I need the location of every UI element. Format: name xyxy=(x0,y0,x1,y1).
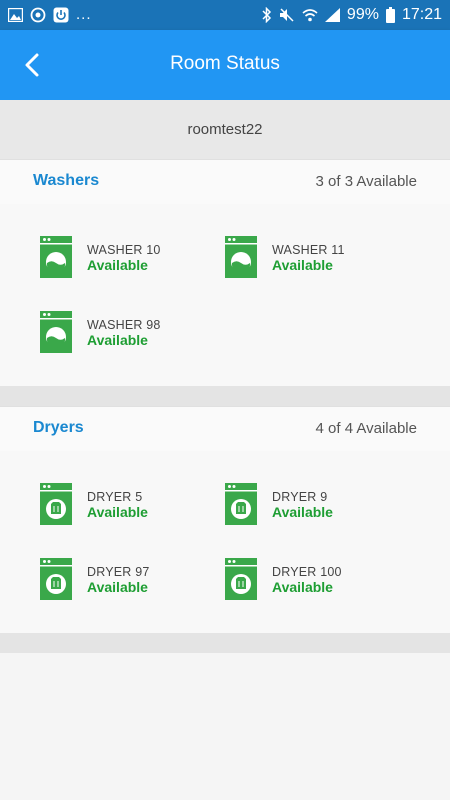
washers-list: WASHER 10 Available WASHER 11 Available … xyxy=(0,204,450,386)
sync-icon xyxy=(30,7,46,23)
mute-icon xyxy=(279,8,294,22)
machine-status: Available xyxy=(272,579,333,595)
machine-status: Available xyxy=(272,504,333,520)
washers-count: 3 of 3 Available xyxy=(315,173,417,190)
battery-percent: 99% xyxy=(346,6,379,23)
status-bar: ... 99% 17:21 xyxy=(0,0,450,30)
bluetooth-icon xyxy=(262,7,271,23)
clock: 17:21 xyxy=(401,6,442,23)
dryer-item[interactable]: DRYER 97 Available xyxy=(40,558,220,604)
machine-name: WASHER 11 xyxy=(272,243,345,257)
machine-status: Available xyxy=(272,257,333,273)
signal-icon xyxy=(324,8,340,22)
dryer-icon xyxy=(40,483,72,525)
dryer-icon xyxy=(225,558,257,600)
machine-status: Available xyxy=(87,579,148,595)
page-title: Room Status xyxy=(170,53,280,74)
machine-name: DRYER 100 xyxy=(272,565,342,579)
room-name: roomtest22 xyxy=(0,100,450,160)
dryer-icon xyxy=(40,558,72,600)
machine-name: DRYER 97 xyxy=(87,565,150,579)
status-bar-left: ... xyxy=(8,5,92,23)
washer-item[interactable]: WASHER 11 Available xyxy=(225,236,405,282)
app-bar: Room Status xyxy=(0,30,450,100)
washer-icon xyxy=(40,236,72,278)
dryers-title: Dryers xyxy=(33,419,84,436)
washer-icon xyxy=(40,311,72,353)
dryers-count: 4 of 4 Available xyxy=(315,420,417,437)
wifi-icon xyxy=(302,9,318,22)
machine-status: Available xyxy=(87,504,148,520)
machine-name: WASHER 98 xyxy=(87,318,161,332)
washer-item[interactable]: WASHER 98 Available xyxy=(40,311,220,357)
dryer-item[interactable]: DRYER 9 Available xyxy=(225,483,405,529)
washer-icon xyxy=(225,236,257,278)
dryer-icon xyxy=(225,483,257,525)
machine-name: WASHER 10 xyxy=(87,243,161,257)
more-notifications-text: ... xyxy=(76,5,92,23)
machine-status: Available xyxy=(87,332,148,348)
machine-name: DRYER 5 xyxy=(87,490,143,504)
power-app-icon xyxy=(53,7,69,23)
section-divider xyxy=(0,386,450,406)
dryers-list: DRYER 5 Available DRYER 9 Available DRYE… xyxy=(0,451,450,633)
machine-name: DRYER 9 xyxy=(272,490,328,504)
section-divider xyxy=(0,633,450,653)
dryer-item[interactable]: DRYER 5 Available xyxy=(40,483,220,529)
status-bar-right: 99% 17:21 xyxy=(262,6,442,24)
washer-item[interactable]: WASHER 10 Available xyxy=(40,236,220,282)
dryer-item[interactable]: DRYER 100 Available xyxy=(225,558,405,604)
dryers-header: Dryers 4 of 4 Available xyxy=(0,406,450,452)
washers-header: Washers 3 of 3 Available xyxy=(0,159,450,205)
machine-status: Available xyxy=(87,257,148,273)
battery-icon xyxy=(385,7,395,23)
gallery-icon xyxy=(8,8,23,22)
washers-title: Washers xyxy=(33,172,100,189)
